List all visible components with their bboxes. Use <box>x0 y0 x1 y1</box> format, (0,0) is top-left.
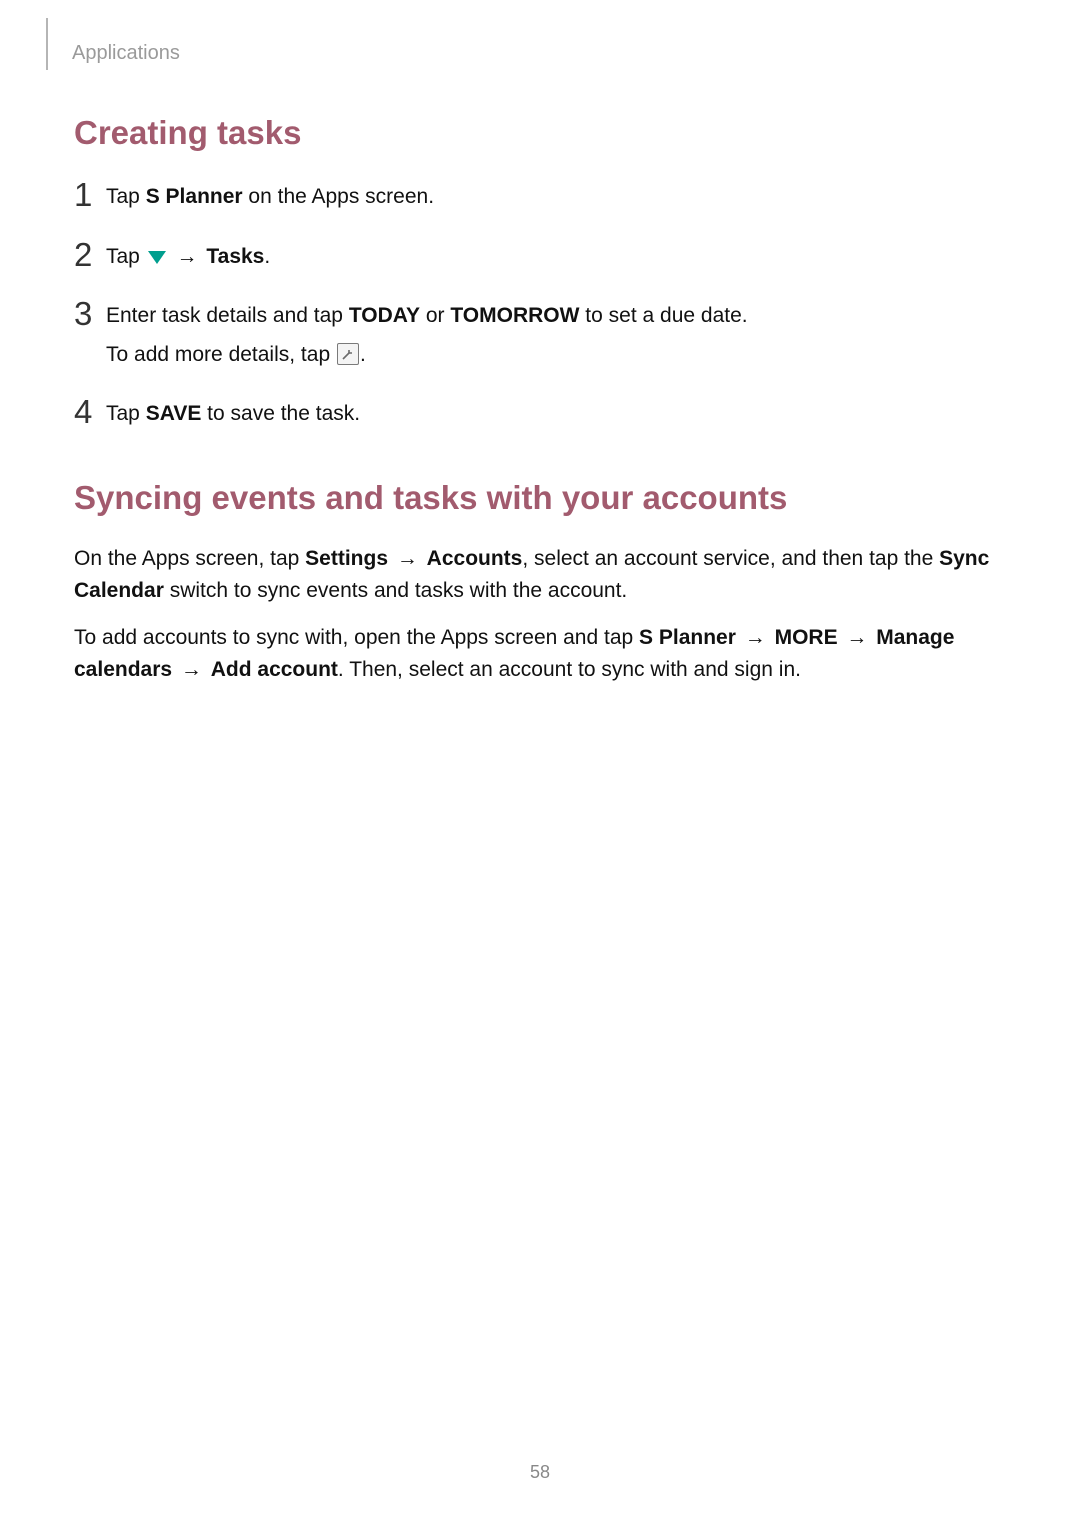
step-3-l2-suffix: . <box>360 343 366 366</box>
page-number: 58 <box>0 1462 1080 1483</box>
sp1-t2: , select an account service, and then ta… <box>522 547 939 570</box>
step-3-l1-mid: or <box>420 304 450 327</box>
expand-icon <box>337 343 359 365</box>
step-3-l1-bold2: TOMORROW <box>450 304 579 327</box>
sp2-arrow3: → <box>175 658 208 681</box>
steps-list: Tap S Planner on the Apps screen. Tap → … <box>74 178 1006 437</box>
sp1-t1: On the Apps screen, tap <box>74 547 305 570</box>
step-3-l2-prefix: To add more details, tap <box>106 343 336 366</box>
sp2-arrow1: → <box>739 626 772 649</box>
sp1-b2: Accounts <box>427 547 523 570</box>
step-4-suffix: to save the task. <box>201 402 360 425</box>
step-1-prefix: Tap <box>106 185 146 208</box>
sp2-t1: To add accounts to sync with, open the A… <box>74 626 639 649</box>
step-3-body: Enter task details and tap TODAY or TOMO… <box>106 297 1006 377</box>
step-2-arrow: → <box>171 245 204 268</box>
step-2-text: Tap → Tasks. <box>106 241 1006 274</box>
page-header: Applications <box>74 36 1006 70</box>
step-1: Tap S Planner on the Apps screen. <box>74 178 1006 220</box>
step-2-body: Tap → Tasks. <box>106 238 1006 280</box>
step-3-l1-suffix: to set a due date. <box>579 304 747 327</box>
sp1-arrow1: → <box>391 547 424 570</box>
sp1-t3: switch to sync events and tasks with the… <box>164 579 627 602</box>
sp2-t2: . Then, select an account to sync with a… <box>338 658 801 681</box>
syncing-para-2: To add accounts to sync with, open the A… <box>74 622 1006 687</box>
step-2-prefix: Tap <box>106 245 146 268</box>
step-3: Enter task details and tap TODAY or TOMO… <box>74 297 1006 377</box>
step-1-body: Tap S Planner on the Apps screen. <box>106 178 1006 220</box>
step-4-bold: SAVE <box>146 402 202 425</box>
section-heading-syncing: Syncing events and tasks with your accou… <box>74 479 1006 517</box>
sp2-b1: S Planner <box>639 626 736 649</box>
sp2-b4: Add account <box>211 658 338 681</box>
step-3-line1: Enter task details and tap TODAY or TOMO… <box>106 300 1006 333</box>
step-4-text: Tap SAVE to save the task. <box>106 398 1006 431</box>
step-1-suffix: on the Apps screen. <box>243 185 434 208</box>
dropdown-triangle-icon <box>148 251 166 264</box>
step-4: Tap SAVE to save the task. <box>74 395 1006 437</box>
page: Applications Creating tasks Tap S Planne… <box>0 0 1080 1527</box>
step-1-text: Tap S Planner on the Apps screen. <box>106 181 1006 214</box>
step-3-l1-prefix: Enter task details and tap <box>106 304 349 327</box>
step-3-line2: To add more details, tap . <box>106 339 1006 372</box>
step-4-body: Tap SAVE to save the task. <box>106 395 1006 437</box>
step-3-l1-bold1: TODAY <box>349 304 420 327</box>
step-4-prefix: Tap <box>106 402 146 425</box>
step-1-bold: S Planner <box>146 185 243 208</box>
header-category: Applications <box>72 42 180 65</box>
sp2-b2: MORE <box>775 626 838 649</box>
sp2-arrow2: → <box>841 626 874 649</box>
section-heading-creating-tasks: Creating tasks <box>74 114 1006 152</box>
syncing-para-1: On the Apps screen, tap Settings → Accou… <box>74 543 1006 608</box>
step-2-suffix: . <box>264 245 270 268</box>
step-2: Tap → Tasks. <box>74 238 1006 280</box>
sp1-b1: Settings <box>305 547 388 570</box>
header-divider <box>46 18 48 70</box>
step-2-bold: Tasks <box>206 245 264 268</box>
